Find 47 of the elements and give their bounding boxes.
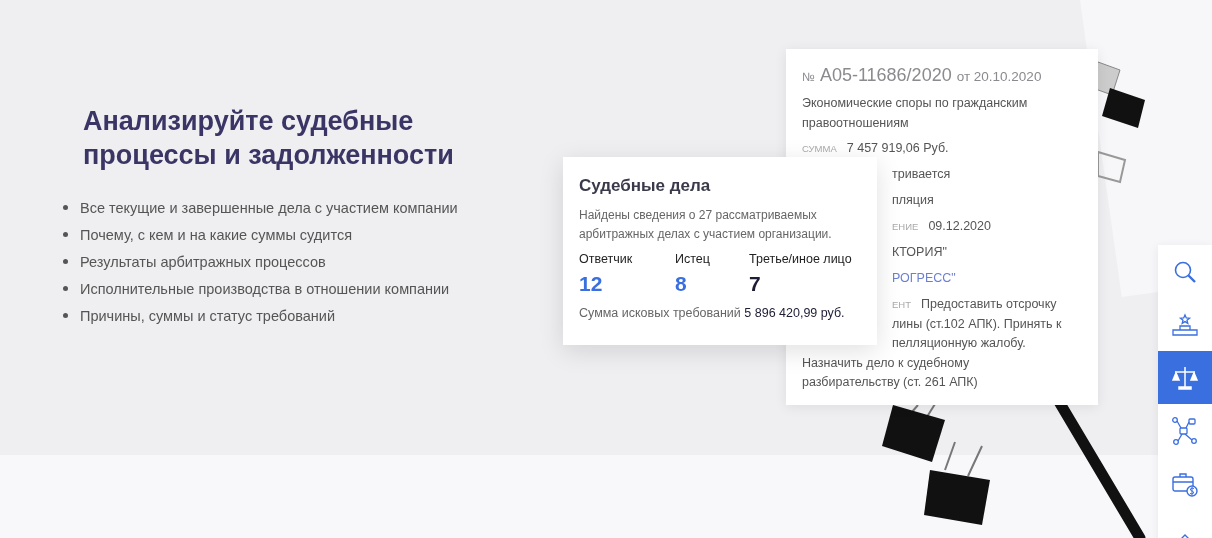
case-text: лины (ст.102 АПК). Принять к [892, 315, 1062, 333]
case-text: Назначить дело к судебному [802, 354, 970, 372]
bullet-dot [63, 286, 68, 291]
field-value: 09.12.2020 [928, 218, 991, 235]
case-date: от 20.10.2020 [956, 69, 1042, 84]
case-number: А05-11686/2020 [819, 65, 952, 86]
flow-diagram-icon [1172, 416, 1198, 445]
field-value: Предоставить отсрочку [921, 296, 1057, 313]
feature-text: Исполнительные производства в отношении компании [80, 280, 450, 297]
stat-value: 8 [675, 272, 687, 296]
briefcase-dollar-icon [1172, 470, 1198, 497]
stat-value: 7 [749, 272, 761, 296]
menu-item[interactable] [1158, 351, 1212, 404]
search-icon [1173, 259, 1197, 284]
case-text: тривается [892, 166, 951, 183]
feature-text: Причины, суммы и статус требований [80, 307, 335, 324]
bullet-dot [63, 232, 68, 237]
menu-item[interactable] [1158, 298, 1212, 351]
claims-total: Сумма исковых требований 5 896 420,99 руб. [579, 306, 846, 320]
bullet-dot [63, 205, 68, 210]
card-title: Судебные дела [579, 176, 712, 196]
case-text: пелляционную жалобу. [892, 335, 1026, 352]
card-description: Найдены сведения о 27 рассматриваемых арбитражных делах с участием организации. [579, 207, 833, 243]
scales-icon [1172, 364, 1198, 391]
field-label: СУММА [802, 142, 837, 156]
section-heading: Анализируйте судебные процессы и задолженности [83, 105, 455, 172]
feature-text: Результаты арбитражных процессов [80, 253, 326, 270]
stat-label: Третье/иное лицо [749, 252, 852, 266]
field-value: 7 457 919,06 Руб. [846, 140, 949, 157]
company-link[interactable]: РОГРЕСС" [892, 269, 956, 289]
bullet-dot [63, 313, 68, 318]
stat-value: 12 [579, 272, 603, 296]
case-text: пляция [892, 192, 934, 209]
feature-text: Почему, с кем и на какие суммы судится [80, 226, 352, 243]
case-text: Экономические споры по гражданским правоотношениям [802, 95, 1029, 132]
menu-item[interactable] [1158, 404, 1212, 457]
stat-label: Истец [675, 252, 711, 266]
case-text: КТОРИЯ" [892, 244, 947, 261]
stat-label: Ответчик [579, 252, 634, 266]
feature-text: Все текущие и завершенные дела с участием компании [80, 199, 458, 216]
case-text: разбирательству (ст. 261 АПК) [802, 374, 978, 391]
field-label: ЕНИЕ [892, 220, 919, 234]
menu-item[interactable] [1158, 245, 1212, 298]
bullet-dot [63, 259, 68, 264]
podium-star-icon [1172, 312, 1198, 337]
number-sign: № [802, 70, 815, 84]
field-label: ЕНТ [892, 298, 911, 312]
